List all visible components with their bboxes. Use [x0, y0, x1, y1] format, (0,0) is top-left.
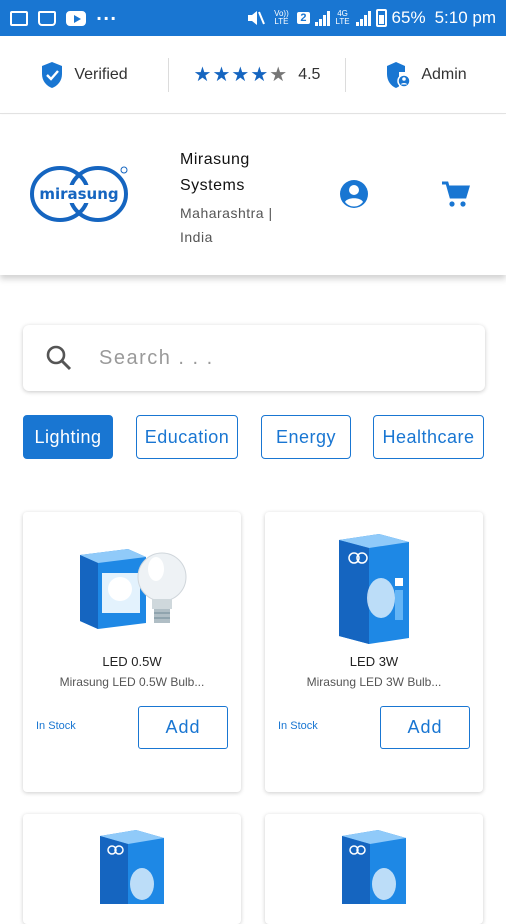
product-image [265, 522, 483, 652]
more-notifications-icon: ··· [96, 8, 118, 28]
stock-status: In Stock [278, 720, 318, 732]
admin-badge: Admin [346, 61, 506, 89]
svg-text:mirasung: mirasung [39, 185, 118, 203]
battery-icon [375, 9, 387, 27]
youtube-icon [66, 10, 86, 26]
store-location: Maharashtra | India [180, 205, 273, 245]
product-card[interactable]: LED 3W Mirasung LED 3W Bulb... In Stock … [265, 512, 483, 792]
rating-stars: ★★★★★ [193, 64, 289, 86]
store-rating: ★★★★★ 4.5 [169, 62, 345, 87]
search-icon [46, 345, 72, 371]
search-bar[interactable]: Search . . . [23, 325, 485, 391]
product-image [23, 522, 241, 652]
store-header: mirasung Mirasung Systems Maharashtra | In… [0, 115, 506, 275]
trust-bar: Verified ★★★★★ 4.5 Admin [0, 36, 506, 114]
volte-indicator: Vo)) LTE [274, 9, 289, 26]
product-card[interactable]: LED 0.5W Mirasung LED 0.5W Bulb... In St… [23, 512, 241, 792]
category-chip-energy[interactable]: Energy [261, 415, 351, 459]
product-title: LED 0.5W [102, 654, 162, 669]
store-info: Mirasung Systems Maharashtra | India [180, 147, 310, 249]
product-title: LED 3W [349, 654, 399, 669]
battery-percent: 65% [391, 8, 426, 27]
product-subtitle: Mirasung LED 0.5W Bulb... [59, 675, 205, 689]
add-to-cart-button[interactable]: Add [380, 706, 470, 749]
signal-icon [314, 10, 330, 26]
verified-shield-icon [42, 61, 63, 88]
gallery-icon [10, 10, 28, 26]
account-icon[interactable] [339, 179, 369, 209]
shopping-bag-icon [38, 10, 56, 26]
clock: 5:10 pm [434, 8, 496, 27]
category-chip-lighting[interactable]: Lighting [23, 415, 113, 459]
category-chip-healthcare[interactable]: Healthcare [373, 415, 484, 459]
add-to-cart-button[interactable]: Add [138, 706, 228, 749]
category-chip-education[interactable]: Education [136, 415, 238, 459]
store-name: Mirasung Systems [180, 151, 250, 194]
product-image [23, 828, 241, 908]
admin-label: Admin [421, 65, 467, 83]
product-subtitle: Mirasung LED 3W Bulb... [306, 675, 442, 689]
verified-label: Verified [74, 65, 128, 83]
product-image [265, 828, 483, 908]
stock-status: In Stock [36, 720, 76, 732]
search-input[interactable]: Search . . . [99, 347, 214, 370]
admin-shield-icon [387, 61, 412, 88]
mirasung-logo: mirasung [30, 165, 128, 223]
mute-icon [248, 11, 266, 25]
network-indicator: 4G LTE [335, 9, 350, 26]
sim-indicator: 2 [297, 12, 310, 24]
verified-badge: Verified [0, 61, 168, 89]
product-card[interactable] [265, 814, 483, 924]
status-bar: ··· Vo)) LTE 2 4G LTE 65% 5:10 pm [0, 0, 506, 36]
signal-icon-2 [355, 10, 371, 26]
rating-value: 4.5 [298, 65, 321, 83]
product-card[interactable] [23, 814, 241, 924]
cart-icon[interactable] [440, 180, 470, 210]
